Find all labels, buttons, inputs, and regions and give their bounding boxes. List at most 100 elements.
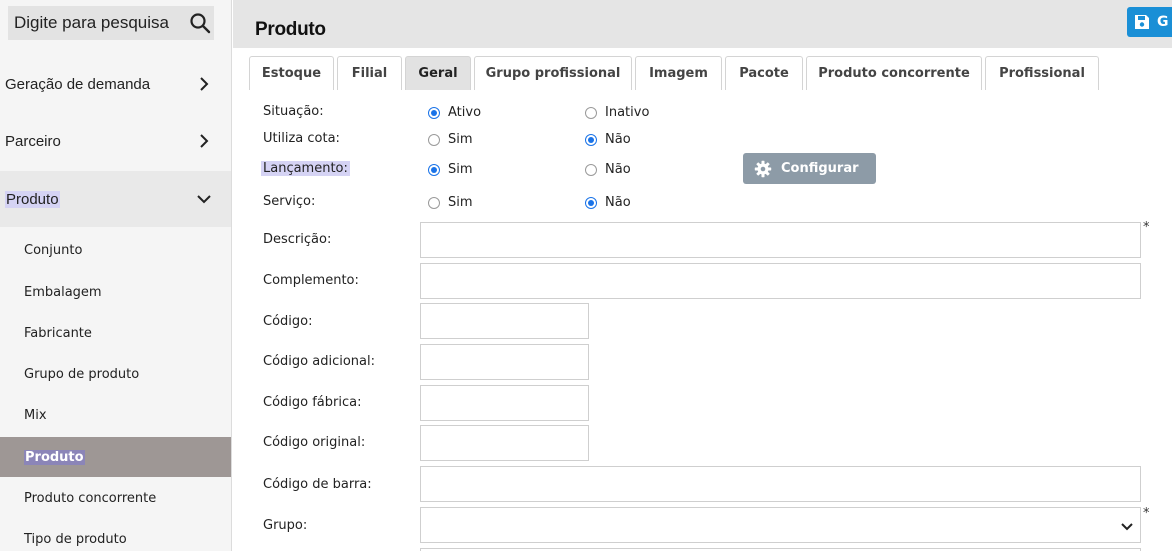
codigo-barra-input[interactable] bbox=[420, 466, 1141, 502]
situacao-ativo-radio[interactable]: Ativo bbox=[428, 105, 481, 120]
complemento-label: Complemento: bbox=[263, 273, 359, 288]
page-title: Produto bbox=[255, 19, 326, 40]
sidebar-item-produto[interactable]: Produto bbox=[0, 171, 231, 227]
sidebar-subitem-label: Tipo de produto bbox=[24, 531, 127, 547]
codigo-fabrica-input[interactable] bbox=[420, 385, 589, 421]
chevron-right-icon bbox=[200, 134, 209, 148]
save-button-label: G bbox=[1157, 14, 1169, 30]
codigo-input[interactable] bbox=[420, 303, 589, 339]
search-input[interactable]: Digite para pesquisa bbox=[14, 13, 184, 33]
tab-label: Filial bbox=[351, 66, 388, 81]
situacao-inativo-radio[interactable]: Inativo bbox=[585, 105, 649, 120]
tab-label: Pacote bbox=[739, 66, 789, 81]
sidebar-item-label: Produto bbox=[5, 190, 60, 208]
radio-label: Inativo bbox=[605, 105, 650, 120]
radio-label: Não bbox=[605, 162, 631, 177]
tab-grupo-profissional[interactable]: Grupo profissional bbox=[474, 56, 632, 90]
sidebar-subitem-label: Produto bbox=[24, 449, 85, 465]
sidebar-item-label: Geração de demanda bbox=[5, 75, 151, 93]
sidebar-subitem-grupo-produto[interactable]: Grupo de produto bbox=[0, 354, 231, 394]
gear-icon bbox=[754, 160, 772, 177]
chevron-right-icon bbox=[200, 77, 209, 91]
sidebar-subitem-tipo-produto[interactable]: Tipo de produto bbox=[0, 519, 231, 551]
tab-label: Imagem bbox=[649, 66, 708, 81]
tab-bar: Estoque Filial Geral Grupo profissional … bbox=[249, 56, 1149, 90]
tab-profissional[interactable]: Profissional bbox=[985, 56, 1099, 90]
complemento-input[interactable] bbox=[420, 263, 1141, 299]
sidebar-subitem-label: Conjunto bbox=[24, 242, 83, 258]
radio-label: Sim bbox=[448, 162, 473, 177]
product-form: Situação: Ativo Inativo Utiliza cota: Si… bbox=[233, 90, 1172, 551]
tab-pacote[interactable]: Pacote bbox=[725, 56, 803, 90]
lancamento-sim-radio[interactable]: Sim bbox=[428, 162, 473, 177]
sidebar-search[interactable]: Digite para pesquisa bbox=[8, 6, 214, 40]
codigo-fabrica-label: Código fábrica: bbox=[263, 395, 362, 410]
sidebar-subitem-label: Fabricante bbox=[24, 325, 92, 341]
tab-imagem[interactable]: Imagem bbox=[635, 56, 722, 90]
radio-dot bbox=[428, 196, 440, 209]
configurar-label: Configurar bbox=[781, 161, 859, 176]
page-header: Produto G bbox=[233, 0, 1172, 48]
servico-sim-radio[interactable]: Sim bbox=[428, 195, 473, 210]
radio-label: Não bbox=[605, 195, 631, 210]
descricao-label: Descrição: bbox=[263, 232, 332, 247]
radio-label: Ativo bbox=[448, 105, 482, 120]
utiliza-cota-label: Utiliza cota: bbox=[263, 131, 340, 146]
sidebar-item-geracao-demanda[interactable]: Geração de demanda bbox=[0, 56, 231, 112]
tab-estoque[interactable]: Estoque bbox=[249, 56, 334, 90]
sidebar: Digite para pesquisa Geração de demanda … bbox=[0, 0, 232, 551]
grupo-label: Grupo: bbox=[263, 518, 308, 533]
servico-label: Serviço: bbox=[263, 194, 316, 209]
sidebar-subitem-fabricante[interactable]: Fabricante bbox=[0, 313, 231, 353]
utiliza-cota-nao-radio[interactable]: Não bbox=[585, 132, 631, 147]
tab-label: Profissional bbox=[999, 66, 1085, 81]
save-icon bbox=[1135, 15, 1149, 29]
sidebar-subitem-produto-concorrente[interactable]: Produto concorrente bbox=[0, 478, 231, 518]
required-mark: * bbox=[1143, 506, 1150, 521]
sidebar-subitem-mix[interactable]: Mix bbox=[0, 395, 231, 435]
radio-dot bbox=[428, 106, 440, 119]
radio-label: Não bbox=[605, 132, 631, 147]
sidebar-subitem-label: Grupo de produto bbox=[24, 366, 140, 382]
tab-geral[interactable]: Geral bbox=[405, 56, 471, 90]
sidebar-subitem-label: Produto concorrente bbox=[24, 490, 157, 506]
tab-produto-concorrente[interactable]: Produto concorrente bbox=[806, 56, 982, 90]
grupo-select[interactable] bbox=[420, 507, 1141, 543]
radio-dot bbox=[585, 133, 597, 146]
sidebar-subitem-embalagem[interactable]: Embalagem bbox=[0, 272, 231, 312]
tab-label: Estoque bbox=[261, 66, 322, 81]
lancamento-nao-radio[interactable]: Não bbox=[585, 162, 631, 177]
radio-dot bbox=[428, 133, 440, 146]
situacao-label: Situação: bbox=[263, 104, 324, 119]
codigo-barra-label: Código de barra: bbox=[263, 477, 372, 492]
sidebar-subitem-label: Mix bbox=[24, 407, 47, 423]
sidebar-item-parceiro[interactable]: Parceiro bbox=[0, 113, 231, 169]
required-mark: * bbox=[1143, 220, 1150, 235]
servico-nao-radio[interactable]: Não bbox=[585, 195, 631, 210]
configurar-button[interactable]: Configurar bbox=[743, 153, 876, 184]
tab-label: Geral bbox=[418, 66, 458, 81]
search-icon[interactable] bbox=[188, 11, 212, 35]
utiliza-cota-sim-radio[interactable]: Sim bbox=[428, 132, 473, 147]
lancamento-label: Lançamento: bbox=[261, 161, 350, 176]
sidebar-subitem-label: Embalagem bbox=[24, 284, 102, 300]
sidebar-subitem-produto[interactable]: Produto bbox=[0, 437, 231, 477]
radio-dot bbox=[585, 106, 597, 119]
chevron-down-icon bbox=[197, 195, 211, 204]
tab-filial[interactable]: Filial bbox=[337, 56, 402, 90]
codigo-label: Código: bbox=[263, 314, 313, 329]
codigo-original-label: Código original: bbox=[263, 435, 366, 450]
save-button[interactable]: G bbox=[1127, 7, 1172, 37]
codigo-adicional-input[interactable] bbox=[420, 344, 589, 380]
tab-label: Grupo profissional bbox=[485, 66, 621, 81]
radio-dot bbox=[585, 196, 597, 209]
main-content: Produto G Estoque Filial Geral Grupo pro… bbox=[233, 0, 1172, 551]
codigo-original-input[interactable] bbox=[420, 425, 589, 461]
codigo-adicional-label: Código adicional: bbox=[263, 354, 375, 369]
descricao-input[interactable] bbox=[420, 222, 1141, 258]
sidebar-subitem-conjunto[interactable]: Conjunto bbox=[0, 230, 231, 270]
radio-dot bbox=[585, 163, 597, 176]
radio-dot bbox=[428, 163, 440, 176]
chevron-down-icon bbox=[1121, 523, 1133, 531]
radio-label: Sim bbox=[448, 132, 473, 147]
